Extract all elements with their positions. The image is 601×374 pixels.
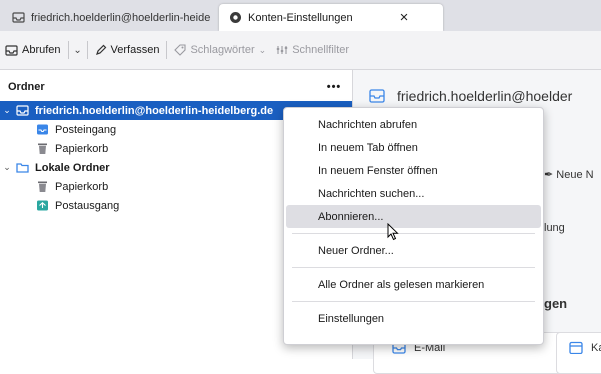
- collapse-chevron-icon[interactable]: ⌄: [2, 162, 12, 173]
- tab-account[interactable]: friedrich.hoelderlin@hoelderlin-heidelbe…: [4, 4, 216, 31]
- tab-account-settings[interactable]: Konten-Einstellungen ×: [219, 4, 443, 31]
- menu-mark-all-read[interactable]: Alle Ordner als gelesen markieren: [286, 273, 541, 296]
- menu-separator: [292, 267, 535, 268]
- settings-link-fragment[interactable]: lung: [544, 222, 565, 234]
- account-envelope-icon: [369, 89, 385, 103]
- account-inbox-icon: [16, 105, 29, 116]
- toolbar-separator: [166, 41, 168, 59]
- get-messages-icon: [5, 44, 18, 56]
- settings-gear-icon: [230, 12, 241, 23]
- folder-pane-header: Ordner •••: [0, 76, 352, 98]
- tags-label: Schlagwörter: [190, 44, 255, 56]
- toolbar-separator: [67, 41, 69, 59]
- menu-subscribe[interactable]: Abonnieren...: [286, 205, 541, 228]
- folder-pane-title: Ordner: [8, 81, 45, 93]
- menu-separator: [292, 233, 535, 234]
- compose-button[interactable]: Verfassen: [90, 38, 165, 62]
- menu-search-messages[interactable]: Nachrichten suchen...: [286, 182, 541, 205]
- pencil-icon: ✒: [544, 169, 554, 181]
- calendar-icon: [569, 341, 583, 354]
- section-heading-fragment: gen: [544, 296, 568, 311]
- folder-outbox-label: Postausgang: [55, 199, 120, 212]
- collapse-chevron-icon[interactable]: ⌄: [2, 105, 12, 116]
- folder-context-menu: Nachrichten abrufen In neuem Tab öffnen …: [283, 107, 544, 345]
- folder-trash-label: Papierkorb: [55, 142, 109, 155]
- pencil-icon: [95, 44, 106, 55]
- folder-account-label: friedrich.hoelderlin@hoelderlin-heidelbe…: [35, 104, 274, 117]
- quick-filter-button[interactable]: Schnellfilter: [271, 38, 354, 62]
- inbox-icon: [12, 12, 25, 23]
- tab-bar: friedrich.hoelderlin@hoelderlin-heidelbe…: [0, 0, 601, 31]
- menu-open-new-window[interactable]: In neuem Fenster öffnen: [286, 159, 541, 182]
- tab-account-label: friedrich.hoelderlin@hoelderlin-heidelbe…: [31, 11, 211, 24]
- menu-open-new-tab[interactable]: In neuem Tab öffnen: [286, 136, 541, 159]
- outbox-icon: [37, 200, 48, 211]
- filter-icon: [277, 46, 288, 54]
- get-messages-button[interactable]: Abrufen: [0, 38, 66, 62]
- trash-icon: [38, 143, 47, 154]
- get-messages-label: Abrufen: [22, 44, 61, 56]
- folder-inbox-label: Posteingang: [55, 123, 117, 136]
- get-messages-dropdown-icon[interactable]: ⌄: [71, 45, 85, 56]
- quick-filter-label: Schnellfilter: [292, 44, 350, 56]
- trash-icon: [38, 181, 47, 192]
- menu-get-messages[interactable]: Nachrichten abrufen: [286, 113, 541, 136]
- new-message-fragment[interactable]: ✒ Neue N: [544, 168, 594, 181]
- calendar-card-label: Ka: [591, 342, 601, 354]
- folder-local-folders-label: Lokale Ordner: [35, 161, 110, 174]
- close-tab-icon[interactable]: ×: [393, 9, 415, 26]
- menu-separator: [292, 301, 535, 302]
- account-header: friedrich.hoelderlin@hoelder: [369, 88, 572, 104]
- folder-icon: [16, 163, 29, 173]
- inbox-icon: [37, 124, 48, 135]
- tab-settings-label: Konten-Einstellungen: [248, 11, 353, 24]
- menu-settings[interactable]: Einstellungen: [286, 307, 541, 330]
- tags-button[interactable]: Schlagwörter ⌄: [169, 38, 271, 62]
- mouse-pointer-icon: [387, 223, 399, 241]
- tags-dropdown-icon: ⌄: [258, 44, 267, 55]
- tag-icon: [174, 44, 187, 56]
- compose-label: Verfassen: [110, 44, 160, 56]
- account-title: friedrich.hoelderlin@hoelder: [397, 88, 573, 104]
- calendar-setup-card[interactable]: Ka: [556, 332, 601, 374]
- menu-new-folder[interactable]: Neuer Ordner...: [286, 239, 541, 262]
- toolbar-separator: [86, 41, 88, 59]
- folder-local-trash-label: Papierkorb: [55, 180, 109, 193]
- more-options-icon[interactable]: •••: [316, 81, 352, 93]
- mail-toolbar: Abrufen ⌄ Verfassen Schlagwörter ⌄ Schne…: [0, 31, 601, 70]
